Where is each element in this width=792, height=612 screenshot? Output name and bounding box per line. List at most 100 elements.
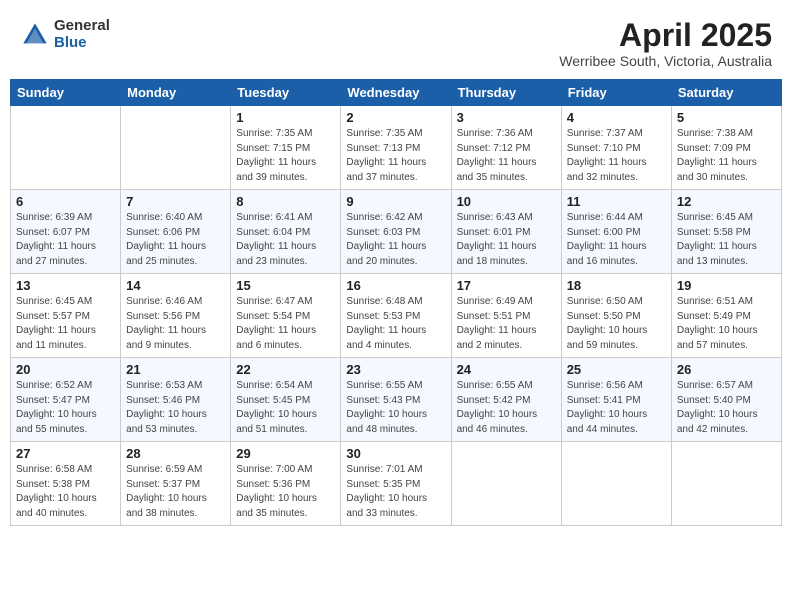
day-detail: Sunrise: 6:39 AM Sunset: 6:07 PM Dayligh… [16, 211, 115, 269]
calendar-cell: 8 Sunrise: 6:41 AM Sunset: 6:04 PM Daylig… [231, 190, 341, 274]
day-detail: Sunrise: 6:52 AM Sunset: 5:47 PM Dayligh… [16, 379, 115, 437]
day-detail: Sunrise: 6:54 AM Sunset: 5:45 PM Dayligh… [236, 379, 335, 437]
day-detail: Sunrise: 6:43 AM Sunset: 6:01 PM Dayligh… [457, 211, 556, 269]
day-detail: Sunrise: 7:01 AM Sunset: 5:35 PM Dayligh… [346, 463, 445, 521]
calendar-cell: 17Sunrise: 6:49 AM Sunset: 5:51 PM Dayli… [451, 274, 561, 358]
calendar-cell: 12 Sunrise: 6:45 AM Sunset: 5:58 PM Dayli… [671, 190, 781, 274]
day-number: 8 [236, 194, 335, 209]
calendar-cell [451, 442, 561, 526]
calendar-cell [121, 106, 231, 190]
calendar-cell: 6 Sunrise: 6:39 AM Sunset: 6:07 PM Daylig… [11, 190, 121, 274]
page-header: General Blue April 2025 Werribee South, … [10, 10, 782, 73]
day-number: 20 [16, 362, 115, 377]
calendar-cell: 25 Sunrise: 6:56 AM Sunset: 5:41 PM Dayli… [561, 358, 671, 442]
day-number: 29 [236, 446, 335, 461]
day-number: 26 [677, 362, 776, 377]
title-block: April 2025 Werribee South, Victoria, Aus… [559, 18, 772, 69]
calendar-cell: 27 Sunrise: 6:58 AM Sunset: 5:38 PM Dayli… [11, 442, 121, 526]
day-number: 6 [16, 194, 115, 209]
day-number: 16 [346, 278, 445, 293]
day-detail: Sunrise: 6:51 AM Sunset: 5:49 PM Dayligh… [677, 295, 776, 353]
location-subtitle: Werribee South, Victoria, Australia [559, 53, 772, 69]
day-detail: Sunrise: 6:45 AM Sunset: 5:57 PM Dayligh… [16, 295, 115, 353]
day-number: 12 [677, 194, 776, 209]
calendar-cell [671, 442, 781, 526]
day-number: 10 [457, 194, 556, 209]
day-number: 5 [677, 110, 776, 125]
day-detail: Sunrise: 6:40 AM Sunset: 6:06 PM Dayligh… [126, 211, 225, 269]
day-detail: Sunrise: 7:38 AM Sunset: 7:09 PM Dayligh… [677, 127, 776, 185]
calendar-cell: 16 Sunrise: 6:48 AM Sunset: 5:53 PM Dayli… [341, 274, 451, 358]
day-number: 30 [346, 446, 445, 461]
calendar-week-1: 1 Sunrise: 7:35 AM Sunset: 7:15 PM Daylig… [11, 106, 782, 190]
day-detail: Sunrise: 6:48 AM Sunset: 5:53 PM Dayligh… [346, 295, 445, 353]
day-number: 13 [16, 278, 115, 293]
calendar-cell: 23Sunrise: 6:55 AM Sunset: 5:43 PM Dayli… [341, 358, 451, 442]
day-number: 25 [567, 362, 666, 377]
calendar-cell: 19 Sunrise: 6:51 AM Sunset: 5:49 PM Dayli… [671, 274, 781, 358]
calendar-cell: 18 Sunrise: 6:50 AM Sunset: 5:50 PM Dayli… [561, 274, 671, 358]
logo-icon [20, 20, 50, 50]
day-detail: Sunrise: 6:41 AM Sunset: 6:04 PM Dayligh… [236, 211, 335, 269]
day-detail: Sunrise: 6:47 AM Sunset: 5:54 PM Dayligh… [236, 295, 335, 353]
day-number: 9 [346, 194, 445, 209]
column-header-friday: Friday [561, 80, 671, 106]
day-detail: Sunrise: 6:42 AM Sunset: 6:03 PM Dayligh… [346, 211, 445, 269]
day-detail: Sunrise: 7:37 AM Sunset: 7:10 PM Dayligh… [567, 127, 666, 185]
calendar-cell: 4 Sunrise: 7:37 AM Sunset: 7:10 PM Daylig… [561, 106, 671, 190]
day-number: 27 [16, 446, 115, 461]
calendar-cell: 15 Sunrise: 6:47 AM Sunset: 5:54 PM Dayli… [231, 274, 341, 358]
calendar-cell [561, 442, 671, 526]
calendar-cell: 2 Sunrise: 7:35 AM Sunset: 7:13 PM Daylig… [341, 106, 451, 190]
day-number: 11 [567, 194, 666, 209]
day-detail: Sunrise: 6:50 AM Sunset: 5:50 PM Dayligh… [567, 295, 666, 353]
column-header-thursday: Thursday [451, 80, 561, 106]
calendar-cell: 5 Sunrise: 7:38 AM Sunset: 7:09 PM Daylig… [671, 106, 781, 190]
calendar-cell [11, 106, 121, 190]
logo-blue-text: Blue [54, 35, 110, 52]
day-detail: Sunrise: 6:55 AM Sunset: 5:42 PM Dayligh… [457, 379, 556, 437]
day-number: 7 [126, 194, 225, 209]
calendar-cell: 10 Sunrise: 6:43 AM Sunset: 6:01 PM Dayli… [451, 190, 561, 274]
calendar-cell: 9 Sunrise: 6:42 AM Sunset: 6:03 PM Daylig… [341, 190, 451, 274]
calendar-cell: 13 Sunrise: 6:45 AM Sunset: 5:57 PM Dayli… [11, 274, 121, 358]
calendar-week-3: 13 Sunrise: 6:45 AM Sunset: 5:57 PM Dayli… [11, 274, 782, 358]
logo: General Blue [20, 18, 110, 51]
calendar-cell: 3 Sunrise: 7:36 AM Sunset: 7:12 PM Daylig… [451, 106, 561, 190]
day-detail: Sunrise: 6:59 AM Sunset: 5:37 PM Dayligh… [126, 463, 225, 521]
calendar-cell: 28 Sunrise: 6:59 AM Sunset: 5:37 PM Dayli… [121, 442, 231, 526]
calendar-cell: 1 Sunrise: 7:35 AM Sunset: 7:15 PM Daylig… [231, 106, 341, 190]
day-detail: Sunrise: 6:58 AM Sunset: 5:38 PM Dayligh… [16, 463, 115, 521]
day-number: 1 [236, 110, 335, 125]
calendar-cell: 20 Sunrise: 6:52 AM Sunset: 5:47 PM Dayli… [11, 358, 121, 442]
day-detail: Sunrise: 6:49 AM Sunset: 5:51 PM Dayligh… [457, 295, 556, 353]
calendar-week-2: 6 Sunrise: 6:39 AM Sunset: 6:07 PM Daylig… [11, 190, 782, 274]
day-number: 28 [126, 446, 225, 461]
day-detail: Sunrise: 7:35 AM Sunset: 7:13 PM Dayligh… [346, 127, 445, 185]
day-number: 18 [567, 278, 666, 293]
day-detail: Sunrise: 6:56 AM Sunset: 5:41 PM Dayligh… [567, 379, 666, 437]
day-number: 15 [236, 278, 335, 293]
day-number: 2 [346, 110, 445, 125]
day-detail: Sunrise: 7:00 AM Sunset: 5:36 PM Dayligh… [236, 463, 335, 521]
day-detail: Sunrise: 6:55 AM Sunset: 5:43 PM Dayligh… [346, 379, 445, 437]
calendar-table: SundayMondayTuesdayWednesdayThursdayFrid… [10, 79, 782, 526]
day-detail: Sunrise: 6:44 AM Sunset: 6:00 PM Dayligh… [567, 211, 666, 269]
day-number: 19 [677, 278, 776, 293]
day-detail: Sunrise: 6:45 AM Sunset: 5:58 PM Dayligh… [677, 211, 776, 269]
calendar-cell: 29 Sunrise: 7:00 AM Sunset: 5:36 PM Dayli… [231, 442, 341, 526]
day-number: 24 [457, 362, 556, 377]
day-detail: Sunrise: 6:46 AM Sunset: 5:56 PM Dayligh… [126, 295, 225, 353]
day-detail: Sunrise: 7:35 AM Sunset: 7:15 PM Dayligh… [236, 127, 335, 185]
calendar-cell: 7 Sunrise: 6:40 AM Sunset: 6:06 PM Daylig… [121, 190, 231, 274]
calendar-cell: 24 Sunrise: 6:55 AM Sunset: 5:42 PM Dayli… [451, 358, 561, 442]
day-detail: Sunrise: 7:36 AM Sunset: 7:12 PM Dayligh… [457, 127, 556, 185]
column-header-saturday: Saturday [671, 80, 781, 106]
calendar-cell: 21Sunrise: 6:53 AM Sunset: 5:46 PM Dayli… [121, 358, 231, 442]
day-number: 3 [457, 110, 556, 125]
day-number: 4 [567, 110, 666, 125]
month-title: April 2025 [559, 18, 772, 53]
calendar-cell: 11 Sunrise: 6:44 AM Sunset: 6:00 PM Dayli… [561, 190, 671, 274]
logo-text: General Blue [54, 18, 110, 51]
calendar-week-4: 20 Sunrise: 6:52 AM Sunset: 5:47 PM Dayli… [11, 358, 782, 442]
